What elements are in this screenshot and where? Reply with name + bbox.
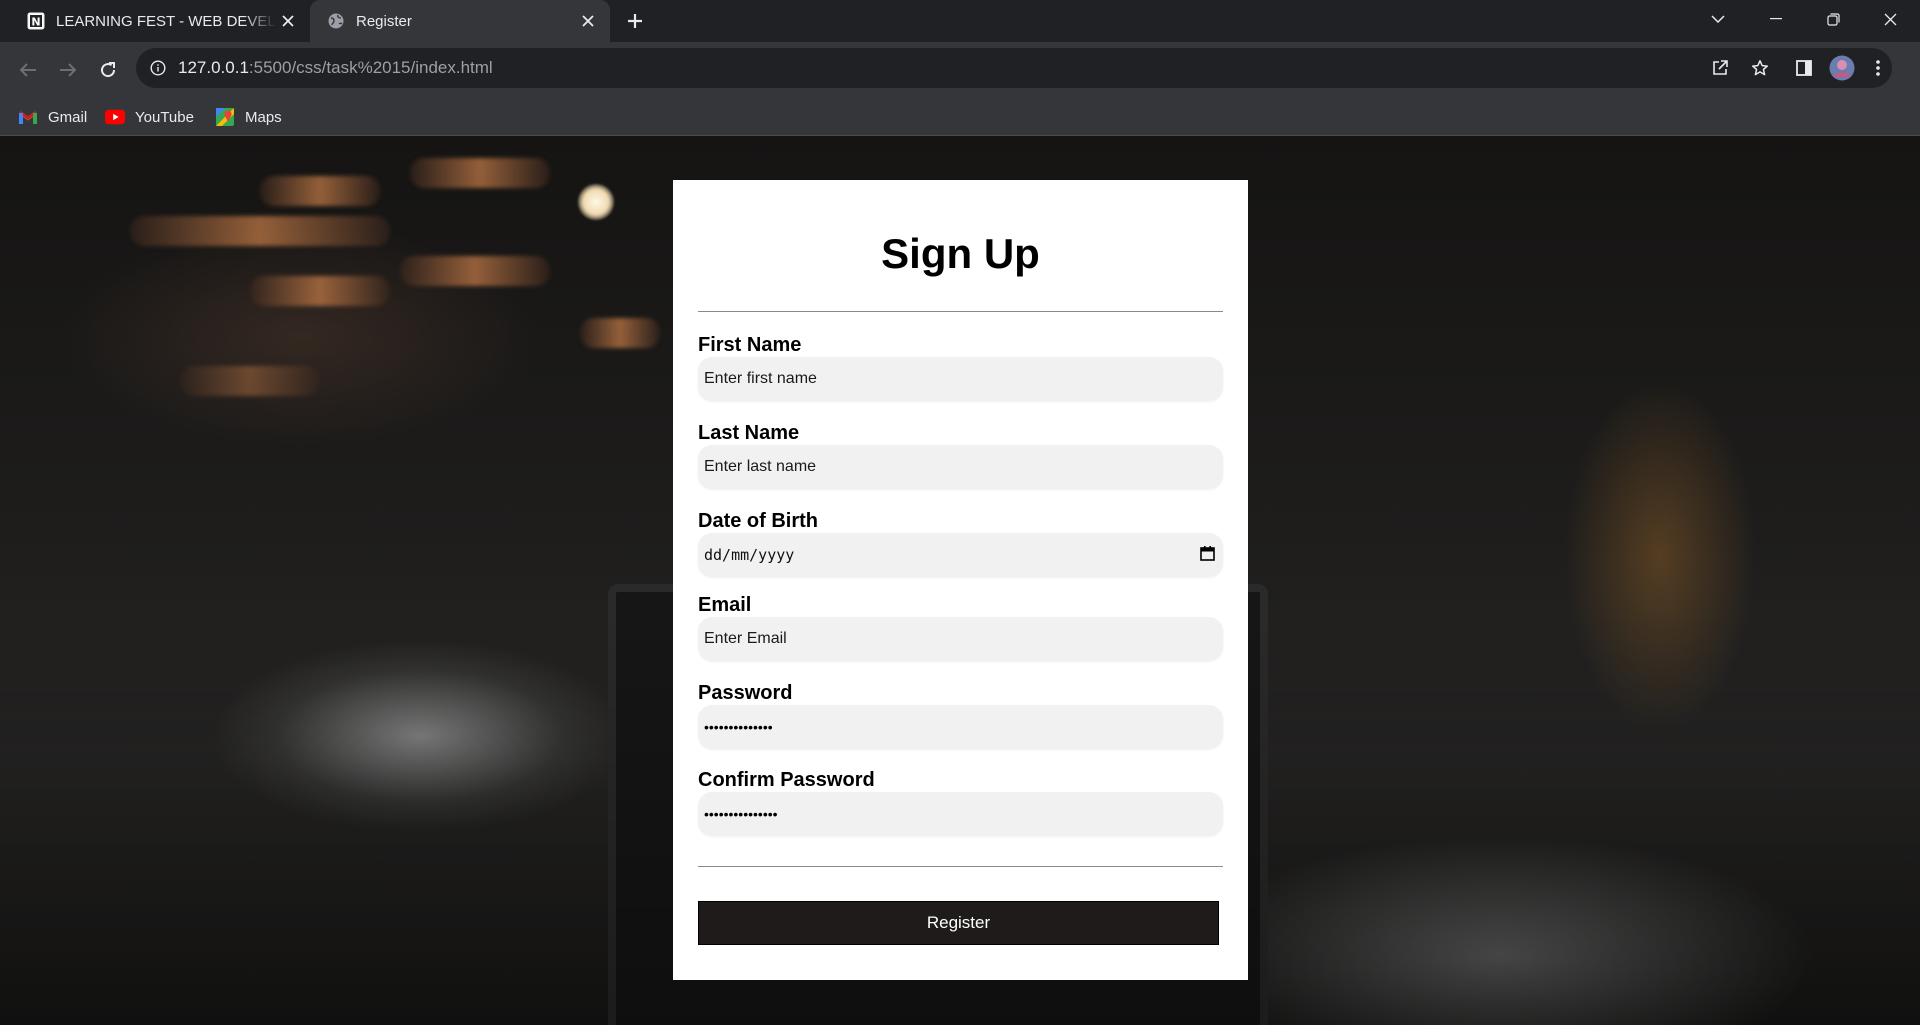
bookmark-maps[interactable]: Maps	[215, 98, 282, 136]
tab-title: LEARNING FEST - WEB DEVELOP	[56, 12, 276, 30]
address-bar[interactable]: 127.0.0.1:5500/css/task%2015/index.html	[136, 48, 1892, 88]
calendar-icon[interactable]	[1200, 545, 1215, 565]
password-input[interactable]: ••••••••••••••	[698, 705, 1223, 749]
minimize-button[interactable]	[1748, 0, 1804, 38]
page-title: Sign Up	[881, 230, 1040, 277]
tab-register[interactable]: Register	[310, 0, 610, 42]
side-panel-icon[interactable]	[1786, 48, 1822, 88]
svg-text:N: N	[31, 16, 40, 29]
gmail-icon	[18, 109, 38, 125]
menu-icon[interactable]	[1860, 48, 1896, 88]
info-icon[interactable]	[148, 58, 168, 78]
dob-label: Date of Birth	[698, 510, 818, 532]
first-name-input[interactable]	[698, 357, 1223, 401]
browser-toolbar: 127.0.0.1:5500/css/task%2015/index.html	[0, 42, 1920, 98]
dob-placeholder: dd/mm/yyyy	[704, 546, 795, 564]
lamp-light	[578, 184, 614, 220]
new-tab-button[interactable]	[620, 8, 650, 34]
bookmark-star-icon[interactable]	[1742, 48, 1778, 88]
bookmark-gmail[interactable]: Gmail	[18, 98, 87, 136]
maps-icon	[215, 108, 235, 126]
bookmark-youtube[interactable]: YouTube	[105, 98, 194, 136]
signup-form: Sign Up First Name Last Name Date of Bir…	[673, 180, 1248, 980]
register-button[interactable]: Register	[698, 901, 1219, 945]
password-label: Password	[698, 682, 793, 704]
close-icon[interactable]	[276, 9, 300, 33]
confirm-password-input[interactable]: •••••••••••••••	[698, 792, 1223, 836]
reload-button[interactable]	[92, 54, 124, 86]
restore-button[interactable]	[1805, 0, 1861, 38]
bookmarks-bar: Gmail YouTube Maps	[0, 98, 1920, 136]
dob-input[interactable]: dd/mm/yyyy	[698, 533, 1223, 577]
url-text: 127.0.0.1:5500/css/task%2015/index.html	[178, 58, 493, 77]
tab-strip: N LEARNING FEST - WEB DEVELOP Register	[0, 0, 1920, 42]
back-button[interactable]	[12, 54, 44, 86]
tab-search-button[interactable]	[1690, 0, 1746, 38]
avatar[interactable]	[1824, 48, 1860, 88]
close-window-button[interactable]	[1862, 0, 1918, 38]
email-label: Email	[698, 594, 752, 616]
last-name-input[interactable]	[698, 445, 1223, 489]
notion-icon: N	[26, 11, 46, 31]
tab-learning-fest[interactable]: N LEARNING FEST - WEB DEVELOP	[10, 0, 310, 42]
close-icon[interactable]	[576, 9, 600, 33]
email-input[interactable]	[698, 617, 1223, 661]
share-icon[interactable]	[1702, 48, 1738, 88]
divider	[698, 311, 1223, 312]
divider	[698, 866, 1223, 867]
confirm-password-label: Confirm Password	[698, 769, 875, 791]
tab-title: Register	[356, 12, 412, 30]
forward-button[interactable]	[52, 54, 84, 86]
youtube-icon	[105, 109, 125, 125]
first-name-label: First Name	[698, 334, 802, 356]
last-name-label: Last Name	[698, 422, 800, 444]
globe-icon	[326, 11, 346, 31]
page-viewport: Sign Up First Name Last Name Date of Bir…	[0, 136, 1920, 1025]
